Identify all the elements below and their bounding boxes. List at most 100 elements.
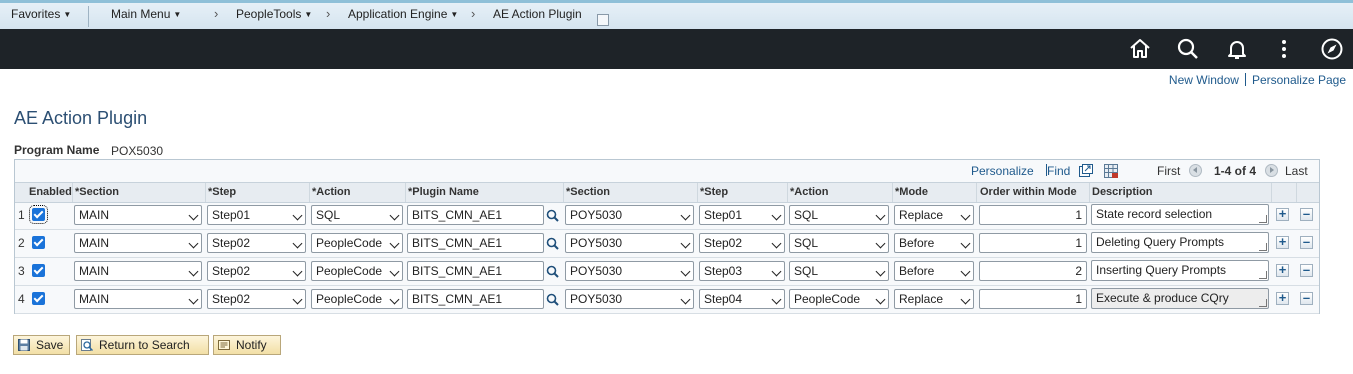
notify-button[interactable]: Notify — [213, 335, 281, 355]
mode-select[interactable]: Replace — [894, 205, 974, 225]
column-divider — [976, 183, 977, 202]
new-window-link[interactable]: New Window — [1169, 73, 1239, 87]
enabled-checkbox[interactable] — [29, 205, 48, 224]
plugin-action-select[interactable]: PeopleCode — [789, 289, 889, 309]
navigator-icon[interactable] — [1320, 37, 1344, 61]
more-vertical-icon[interactable] — [1272, 37, 1296, 61]
resize-grip-icon[interactable] — [1259, 243, 1267, 251]
delete-row-button[interactable]: – — [1300, 263, 1313, 277]
description-textarea[interactable]: State record selection — [1091, 204, 1269, 225]
column-divider — [309, 183, 310, 202]
order-within-mode-input[interactable]: 1 — [979, 205, 1087, 225]
chevron-down-icon — [875, 266, 886, 277]
chevron-down-icon — [875, 238, 886, 249]
description-textarea[interactable]: Execute & produce CQry — [1091, 288, 1269, 309]
save-button[interactable]: Save — [13, 335, 71, 355]
personalize-page-link[interactable]: Personalize Page — [1252, 73, 1346, 87]
delete-row-button[interactable]: – — [1300, 291, 1313, 305]
step-select[interactable]: Step02 — [207, 261, 306, 281]
mode-select[interactable]: Replace — [894, 289, 974, 309]
description-textarea[interactable]: Inserting Query Prompts — [1091, 260, 1269, 281]
description-textarea[interactable]: Deleting Query Prompts — [1091, 232, 1269, 253]
order-within-mode-input[interactable]: 1 — [979, 233, 1087, 253]
plugin-section-select[interactable]: POY5030 — [565, 289, 694, 309]
notify-label: Notify — [236, 338, 267, 352]
table-row: 2 MAIN Step02 PeopleCode BITS_CMN_AE1 PO… — [15, 229, 1319, 258]
plugin-step-select[interactable]: Step02 — [699, 233, 785, 253]
plugin-step-select[interactable]: Step01 — [699, 205, 785, 225]
mode-select[interactable]: Before — [894, 233, 974, 253]
home-icon[interactable] — [1128, 37, 1152, 61]
bell-icon[interactable] — [1225, 37, 1249, 61]
plugin-section-select[interactable]: POY5030 — [565, 205, 694, 225]
col-plugin-section: *Section — [566, 186, 611, 198]
section-select[interactable]: MAIN — [74, 289, 202, 309]
textarea-value: Inserting Query Prompts — [1096, 263, 1227, 277]
lookup-search-icon[interactable] — [546, 265, 559, 278]
plugin-step-select[interactable]: Step04 — [699, 289, 785, 309]
plugin-name-input[interactable]: BITS_CMN_AE1 — [407, 289, 544, 309]
step-select[interactable]: Step02 — [207, 233, 306, 253]
section-select[interactable]: MAIN — [74, 233, 202, 253]
breadcrumb-peopletools[interactable]: PeopleTools ▼ — [236, 7, 312, 21]
action-select[interactable]: SQL — [311, 205, 403, 225]
plugin-section-select[interactable]: POY5030 — [565, 261, 694, 281]
personalize-grid-link[interactable]: Personalize — [971, 164, 1034, 178]
chevron-down-icon — [292, 266, 303, 277]
return-to-search-button[interactable]: Return to Search — [76, 335, 209, 355]
plugin-name-input[interactable]: BITS_CMN_AE1 — [407, 261, 544, 281]
add-row-button[interactable]: + — [1276, 207, 1289, 221]
chevron-down-icon — [680, 266, 691, 277]
delete-row-button[interactable]: – — [1300, 235, 1313, 249]
page-search-icon[interactable] — [597, 14, 609, 26]
plugin-action-select[interactable]: SQL — [789, 205, 889, 225]
add-row-button[interactable]: + — [1276, 263, 1289, 277]
add-row-button[interactable]: + — [1276, 291, 1289, 305]
delete-row-button[interactable]: – — [1300, 207, 1313, 221]
breadcrumb-main-menu[interactable]: Main Menu ▼ — [111, 7, 181, 21]
select-value: POY5030 — [570, 236, 623, 250]
enabled-checkbox[interactable] — [32, 264, 45, 277]
plugin-name-input[interactable]: BITS_CMN_AE1 — [407, 233, 544, 253]
order-within-mode-input[interactable]: 2 — [979, 261, 1087, 281]
select-value: Step02 — [212, 292, 251, 306]
grid-download-icon[interactable] — [1104, 164, 1119, 182]
col-description: Description — [1092, 186, 1153, 198]
link-divider — [1244, 73, 1246, 86]
view-all-icon[interactable] — [1079, 164, 1093, 180]
enabled-checkbox[interactable] — [32, 292, 45, 305]
previous-row-icon[interactable] — [1189, 164, 1202, 177]
next-row-icon[interactable] — [1265, 164, 1278, 177]
search-icon[interactable] — [1176, 37, 1200, 61]
col-plugin-action: *Action — [790, 186, 829, 198]
resize-grip-icon[interactable] — [1259, 215, 1267, 223]
breadcrumb-favorites[interactable]: Favorites ▼ — [11, 7, 71, 21]
lookup-search-icon[interactable] — [546, 293, 559, 306]
add-row-button[interactable]: + — [1276, 235, 1289, 249]
enabled-checkbox[interactable] — [32, 236, 45, 249]
step-select[interactable]: Step01 — [207, 205, 306, 225]
action-select[interactable]: PeopleCode — [311, 261, 403, 281]
column-divider — [697, 183, 698, 202]
breadcrumb-application-engine[interactable]: Application Engine ▼ — [348, 7, 458, 21]
plugin-name-input[interactable]: BITS_CMN_AE1 — [407, 205, 544, 225]
plugin-action-select[interactable]: SQL — [789, 261, 889, 281]
plugin-action-select[interactable]: SQL — [789, 233, 889, 253]
mode-select[interactable]: Before — [894, 261, 974, 281]
step-select[interactable]: Step02 — [207, 289, 306, 309]
resize-grip-icon[interactable] — [1259, 299, 1267, 307]
section-select[interactable]: MAIN — [74, 205, 202, 225]
lookup-search-icon[interactable] — [546, 209, 559, 222]
resize-grip-icon[interactable] — [1259, 271, 1267, 279]
plugin-step-select[interactable]: Step03 — [699, 261, 785, 281]
chevron-down-icon — [389, 210, 400, 221]
order-within-mode-input[interactable]: 1 — [979, 289, 1087, 309]
chevron-down-icon — [960, 294, 971, 305]
plugin-section-select[interactable]: POY5030 — [565, 233, 694, 253]
lookup-search-icon[interactable] — [546, 237, 559, 250]
action-select[interactable]: PeopleCode — [311, 233, 403, 253]
find-link[interactable]: Find — [1047, 164, 1070, 178]
page-links: New Window Personalize Page — [1169, 73, 1346, 87]
action-select[interactable]: PeopleCode — [311, 289, 403, 309]
section-select[interactable]: MAIN — [74, 261, 202, 281]
